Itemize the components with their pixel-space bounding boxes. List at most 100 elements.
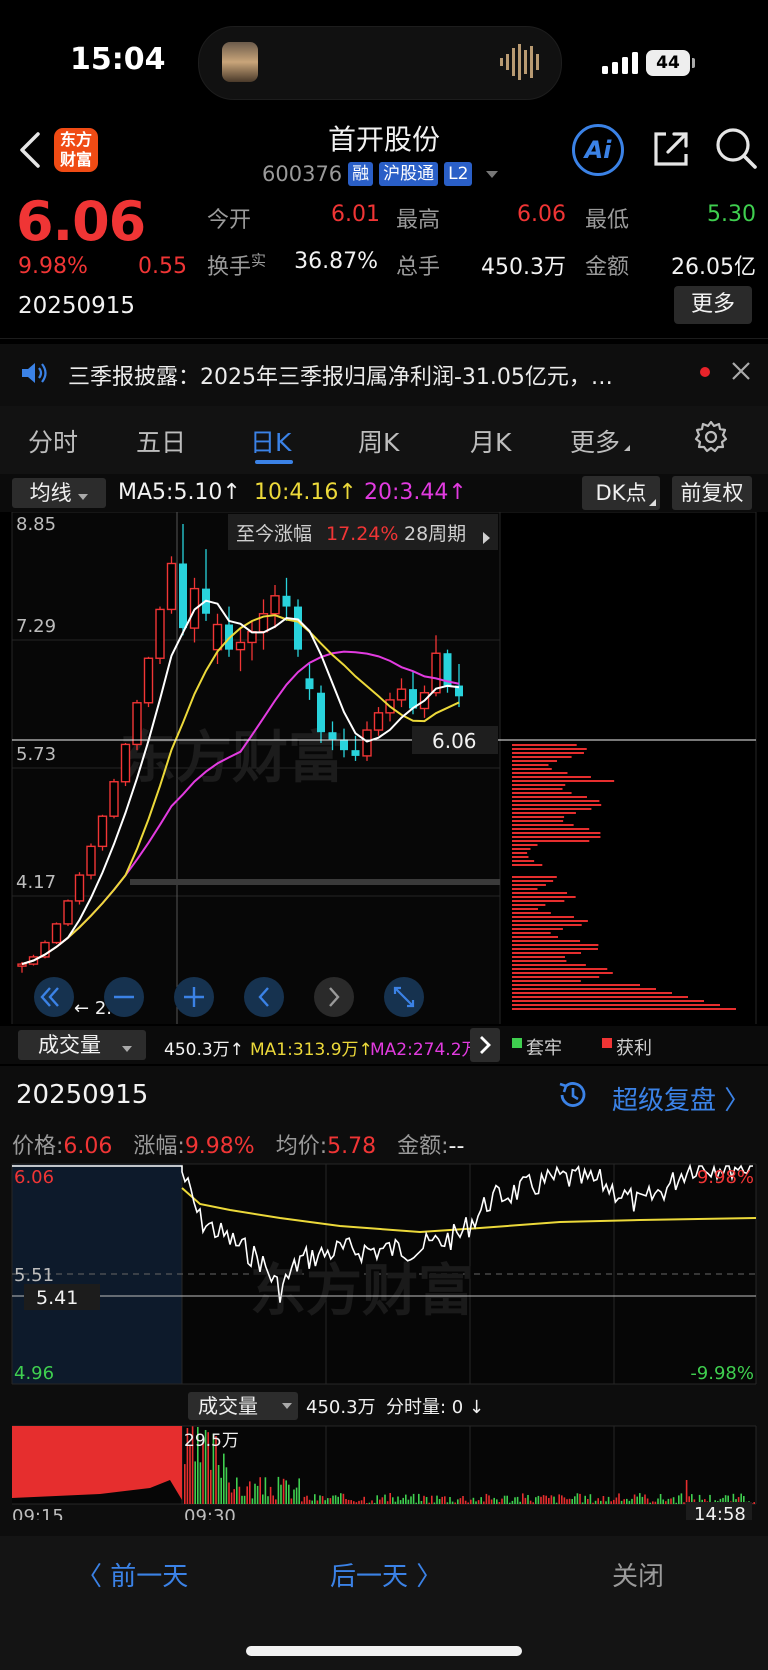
minute-volume-bar [376, 1495, 378, 1504]
chip-bar [512, 892, 568, 894]
tab-five-day[interactable]: 五日 [136, 423, 186, 459]
minute-volume-bar [683, 1502, 685, 1504]
chip-bar [512, 908, 539, 910]
tab-daily-k[interactable]: 日K [250, 423, 291, 459]
battery-tip [692, 58, 695, 68]
minute-volume-bar [254, 1483, 256, 1504]
step-back-button[interactable] [244, 977, 284, 1017]
minute-volume-bar [542, 1495, 545, 1504]
history-clock-icon[interactable] [556, 1078, 590, 1112]
minute-volume-bar [558, 1494, 560, 1504]
tab-monthly-k[interactable]: 月K [470, 423, 511, 459]
chip-bar [512, 876, 557, 878]
home-indicator[interactable] [246, 1646, 522, 1656]
minute-volume-bar [371, 1500, 373, 1504]
chip-bar [512, 848, 531, 850]
volume-selector[interactable]: 成交量 [18, 1030, 146, 1060]
minute-volume-bar [475, 1501, 477, 1504]
minute-volume-bar [649, 1502, 651, 1504]
share-icon[interactable] [650, 128, 692, 170]
minute-volume-bar [402, 1497, 404, 1504]
kline-chart[interactable]: 东方财富 6.06 8.85 7.29 5.73 4.17 ← 2.61 至今涨… [0, 512, 768, 1024]
minute-volume-bar [199, 1462, 202, 1504]
minute-volume-bar [316, 1500, 319, 1504]
previous-day-button[interactable]: 〈 前一天 [76, 1556, 188, 1593]
chip-bar [512, 752, 584, 754]
chip-bar [512, 836, 601, 838]
minute-volume-bar [282, 1478, 285, 1504]
next-day-button[interactable]: 后一天 〉 [330, 1556, 442, 1593]
zoom-out-button[interactable] [104, 977, 144, 1017]
minute-volume-bar [672, 1497, 675, 1504]
candle-body [305, 678, 314, 690]
close-button[interactable]: 关闭 [612, 1556, 664, 1593]
minute-volume-bar [189, 1444, 191, 1504]
chip-bar [512, 1004, 720, 1006]
minute-volume-bar [685, 1480, 688, 1504]
search-icon[interactable] [714, 126, 758, 170]
minute-volume-bar [334, 1495, 337, 1504]
minute-volume-bar [184, 1464, 186, 1504]
intraday-pct: 9.98% [184, 1134, 255, 1159]
tab-intraday[interactable]: 分时 [28, 423, 78, 459]
minute-volume-bar [347, 1499, 350, 1504]
minute-volume-bar [217, 1465, 220, 1504]
candle-body [143, 657, 154, 704]
step-forward-button[interactable] [314, 977, 354, 1017]
minute-volume-bar [670, 1498, 672, 1504]
minute-volume-bar [345, 1499, 347, 1504]
ma-selector[interactable]: 均线 [12, 478, 106, 508]
stock-code-row[interactable]: 600376 融 沪股通 L2 [262, 161, 499, 187]
minute-volume-bar [652, 1501, 654, 1504]
fullscreen-button[interactable] [384, 977, 424, 1017]
intraday-volume-total: 450.3万 [306, 1397, 376, 1418]
status-time: 15:04 [70, 42, 166, 77]
adjust-button[interactable]: 前复权 [672, 476, 752, 510]
candle-body [212, 623, 223, 651]
minute-volume-bar [298, 1478, 300, 1504]
minute-volume-bar [576, 1493, 579, 1504]
chip-bar [512, 992, 672, 994]
more-quote-button[interactable]: 更多 [674, 286, 752, 324]
candle-body [282, 595, 291, 607]
ai-assistant-button[interactable]: Ai [572, 124, 624, 176]
close-icon[interactable] [730, 360, 752, 382]
intraday-chart[interactable]: 东方财富 5.41 6.06 5.51 4.96 9.98% -9.98% 成交… [0, 1160, 768, 1520]
tab-weekly-k[interactable]: 周K [358, 423, 399, 459]
minute-volume-bar [535, 1497, 537, 1504]
chip-bar [512, 920, 588, 922]
minute-volume-bar [449, 1497, 451, 1504]
minute-volume-bar [428, 1502, 430, 1504]
fast-back-button[interactable] [34, 977, 74, 1017]
candle-body [235, 641, 246, 651]
chip-bar [512, 828, 590, 830]
expand-right-button[interactable] [470, 1028, 500, 1062]
now-playing-avatar-icon[interactable] [222, 42, 258, 82]
change-amount: 0.55 [138, 254, 187, 279]
ma20-value: 20:3.44↑ [364, 480, 467, 505]
minute-volume-bar [459, 1498, 462, 1504]
chip-bar [512, 764, 549, 766]
news-headline[interactable]: 三季报披露：2025年三季报归属净利润-31.05亿元，… [68, 359, 688, 391]
chip-bar [512, 788, 563, 790]
volume-value: 450.3万↑ [164, 1040, 244, 1060]
minute-volume-bar [574, 1496, 576, 1504]
zoom-in-button[interactable] [174, 977, 214, 1017]
minute-volume-bar [329, 1498, 332, 1504]
minute-volume-bar [631, 1498, 633, 1504]
candle-body [166, 562, 177, 611]
chip-bar [512, 792, 572, 794]
volume-value: 450.3万 [481, 255, 566, 280]
gear-icon[interactable] [694, 420, 728, 454]
minute-volume-bar [386, 1501, 389, 1504]
tab-more[interactable]: 更多 [570, 423, 631, 459]
candle-body [17, 963, 27, 967]
time-open: 09:30 [184, 1506, 236, 1520]
chip-bar [512, 984, 640, 986]
minute-volume-bar [506, 1495, 508, 1504]
dk-point-button[interactable]: DK点 [582, 476, 660, 510]
minute-volume-bar [303, 1496, 306, 1504]
minute-volume-bar [527, 1495, 529, 1504]
minute-volume-bar [358, 1500, 360, 1504]
super-replay-link[interactable]: 超级复盘 〉 [612, 1080, 750, 1117]
